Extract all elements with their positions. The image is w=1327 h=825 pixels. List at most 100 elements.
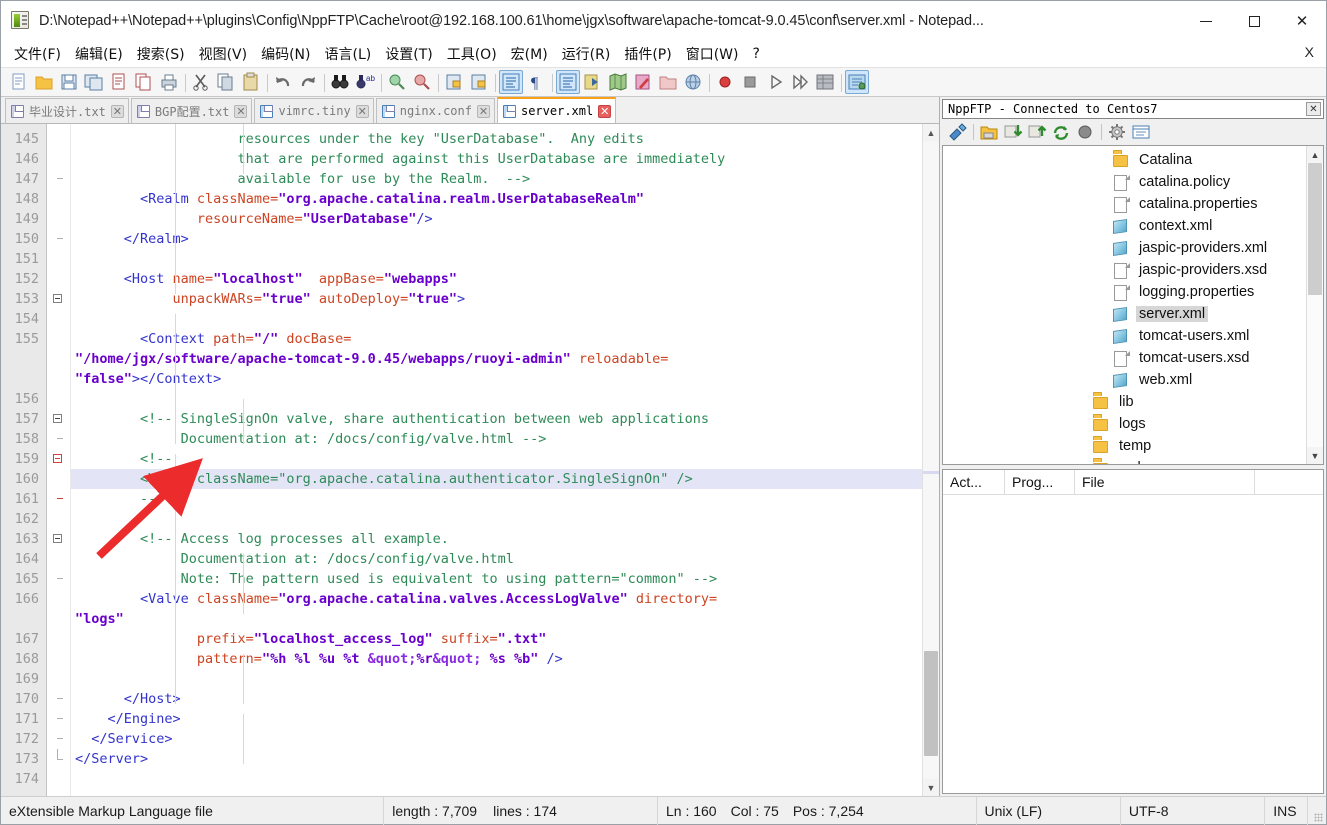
tab-close-icon[interactable]: ✕ xyxy=(476,104,490,118)
code-line[interactable]: resources under the key "UserDatabase". … xyxy=(71,129,922,149)
sync-horizontal-scroll-icon[interactable] xyxy=(467,70,491,94)
sync-vertical-scroll-icon[interactable] xyxy=(442,70,466,94)
remote-file-tree-list[interactable]: Catalina catalina.policy catalina.properti… xyxy=(943,146,1306,464)
open-directory-icon[interactable] xyxy=(978,121,1000,143)
maximize-button[interactable] xyxy=(1230,1,1278,41)
resize-grip-icon[interactable] xyxy=(1308,797,1326,825)
code-line-current[interactable]: <Valve className="org.apache.catalina.au… xyxy=(71,469,922,489)
code-line[interactable] xyxy=(71,249,922,269)
code-line[interactable]: </Engine> xyxy=(71,709,922,729)
run-macro-dialog-icon[interactable] xyxy=(813,70,837,94)
editor-scroll-track[interactable] xyxy=(922,141,939,779)
zoom-out-icon[interactable] xyxy=(410,70,434,94)
refresh-icon[interactable] xyxy=(1050,121,1072,143)
menu-edit[interactable]: 编辑(E) xyxy=(68,41,130,67)
code-line[interactable]: pattern="%h %l %u %t &quot;%r&quot; %s %… xyxy=(71,649,922,669)
menu-tools[interactable]: 工具(O) xyxy=(440,41,504,67)
save-all-icon[interactable] xyxy=(82,70,106,94)
download-icon[interactable] xyxy=(1002,121,1024,143)
code-line[interactable] xyxy=(71,389,922,409)
ui-mode-icon[interactable] xyxy=(581,70,605,94)
menu-language[interactable]: 语言(L) xyxy=(318,41,379,67)
code-line[interactable]: "logs" xyxy=(71,609,922,629)
indent-guide-icon[interactable] xyxy=(556,70,580,94)
user-defined-dialog-icon[interactable] xyxy=(631,70,655,94)
fold-collapse-icon[interactable] xyxy=(53,294,62,303)
tree-item[interactable]: webapps xyxy=(943,457,1306,464)
tree-item[interactable]: logging.properties xyxy=(943,281,1306,303)
cut-icon[interactable] xyxy=(189,70,213,94)
code-line[interactable]: available for use by the Realm. --> xyxy=(71,169,922,189)
tree-vertical-scrollbar[interactable]: ▲ ▼ xyxy=(1306,146,1323,464)
close-document-button[interactable]: X xyxy=(1305,44,1314,60)
replace-icon[interactable]: ab xyxy=(353,70,377,94)
tree-item[interactable]: catalina.properties xyxy=(943,193,1306,215)
code-line[interactable]: <Context path="/" docBase= xyxy=(71,329,922,349)
connect-icon[interactable] xyxy=(946,121,968,143)
tab-close-icon[interactable]: ✕ xyxy=(234,104,248,118)
zoom-in-icon[interactable] xyxy=(385,70,409,94)
code-line[interactable]: <!-- xyxy=(71,449,922,469)
code-line[interactable]: "false"></Context> xyxy=(71,369,922,389)
code-line[interactable] xyxy=(71,769,922,789)
code-line[interactable]: unpackWARs="true" autoDeploy="true"> xyxy=(71,289,922,309)
undo-icon[interactable] xyxy=(271,70,295,94)
menu-file[interactable]: 文件(F) xyxy=(7,41,68,67)
nppftp-close-button[interactable]: ✕ xyxy=(1306,102,1321,116)
tree-item[interactable]: catalina.policy xyxy=(943,171,1306,193)
tab-nginx-conf[interactable]: nginx.conf ✕ xyxy=(375,98,495,123)
code-line[interactable]: </Host> xyxy=(71,689,922,709)
tree-item[interactable]: Catalina xyxy=(943,149,1306,171)
tree-item[interactable]: jaspic-providers.xsd xyxy=(943,259,1306,281)
tree-item[interactable]: temp xyxy=(943,435,1306,457)
tree-item[interactable]: tomcat-users.xsd xyxy=(943,347,1306,369)
macro-stop-icon[interactable] xyxy=(738,70,762,94)
tab-close-icon[interactable]: ✕ xyxy=(110,104,124,118)
tree-scroll-up-icon[interactable]: ▲ xyxy=(1307,146,1324,163)
code-line[interactable]: <!-- Access log processes all example. xyxy=(71,529,922,549)
fold-marker[interactable] xyxy=(47,449,70,469)
menu-search[interactable]: 搜索(S) xyxy=(130,41,192,67)
code-line[interactable]: resourceName="UserDatabase"/> xyxy=(71,209,922,229)
fold-marker[interactable] xyxy=(47,529,70,549)
fold-collapse-icon[interactable] xyxy=(53,454,62,463)
tab-close-icon[interactable]: ✕ xyxy=(598,104,612,118)
macro-play-icon[interactable] xyxy=(763,70,787,94)
code-line[interactable]: </Server> xyxy=(71,749,922,769)
show-all-chars-icon[interactable]: ¶ xyxy=(524,70,548,94)
tree-item[interactable]: jaspic-providers.xml xyxy=(943,237,1306,259)
tree-scroll-track[interactable] xyxy=(1306,163,1323,447)
ftp-icon[interactable] xyxy=(845,70,869,94)
close-button[interactable]: ✕ xyxy=(1278,1,1326,41)
scroll-up-arrow-icon[interactable]: ▲ xyxy=(922,124,939,141)
tab-server-xml[interactable]: server.xml ✕ xyxy=(496,97,617,123)
menu-help[interactable]: ? xyxy=(746,43,767,65)
tree-item[interactable]: lib xyxy=(943,391,1306,413)
print-icon[interactable] xyxy=(157,70,181,94)
code-line[interactable]: Documentation at: /docs/config/valve.htm… xyxy=(71,549,922,569)
document-map-icon[interactable] xyxy=(656,70,680,94)
source-code-text[interactable]: resources under the key "UserDatabase". … xyxy=(71,124,922,796)
code-line[interactable]: <Realm className="org.apache.catalina.re… xyxy=(71,189,922,209)
tab-biyesheji-txt[interactable]: 毕业设计.txt ✕ xyxy=(5,98,129,123)
menu-view[interactable]: 视图(V) xyxy=(192,41,255,67)
code-line[interactable]: that are performed against this UserData… xyxy=(71,149,922,169)
tree-item[interactable]: logs xyxy=(943,413,1306,435)
open-file-icon[interactable] xyxy=(32,70,56,94)
editor-vertical-scrollbar[interactable]: ▲ ▼ xyxy=(922,124,939,796)
tab-close-icon[interactable]: ✕ xyxy=(355,104,369,118)
menu-window[interactable]: 窗口(W) xyxy=(679,41,746,67)
minimize-button[interactable] xyxy=(1182,1,1230,41)
paste-icon[interactable] xyxy=(239,70,263,94)
code-line[interactable] xyxy=(71,669,922,689)
code-folding-margin[interactable] xyxy=(47,124,71,796)
queue-column-action[interactable]: Act... xyxy=(943,470,1005,494)
code-area[interactable]: 145 146 147 148 149 150 151 152 153 154 155 156 157 1… xyxy=(1,124,939,796)
code-line[interactable]: Note: The pattern used is equivalent to … xyxy=(71,569,922,589)
fold-marker[interactable] xyxy=(47,409,70,429)
macro-record-icon[interactable] xyxy=(713,70,737,94)
tab-vimrc-tiny[interactable]: vimrc.tiny ✕ xyxy=(254,98,374,123)
close-file-icon[interactable] xyxy=(107,70,131,94)
status-eol-format[interactable]: Unix (LF) xyxy=(977,796,1121,825)
fold-marker[interactable] xyxy=(47,289,70,309)
